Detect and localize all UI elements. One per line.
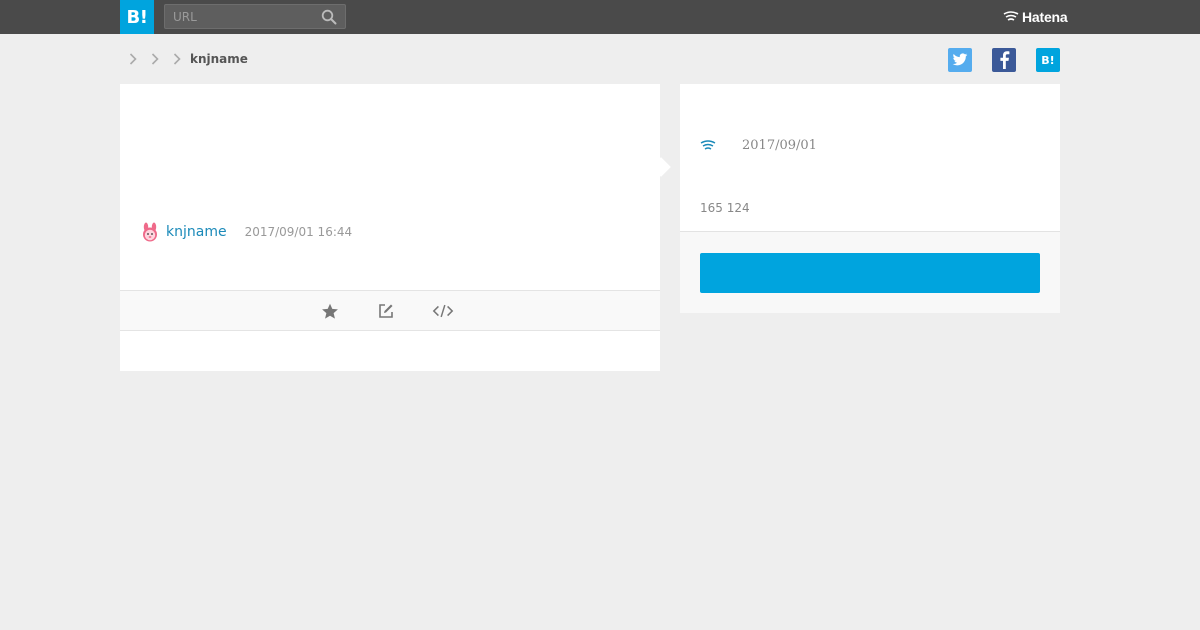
- edit-button[interactable]: [375, 301, 397, 321]
- entry-action-bar: [120, 290, 660, 331]
- facebook-icon: [1000, 51, 1010, 69]
- edit-icon: [379, 304, 393, 318]
- entry-user-row: knjname 2017/09/01 16:44: [140, 222, 352, 242]
- user-name-link[interactable]: knjname: [166, 224, 227, 240]
- logo-text: B!: [126, 6, 148, 28]
- hatena-bookmark-icon: B!: [1041, 53, 1055, 67]
- breadcrumb-current: knjname: [190, 52, 248, 66]
- hatena-icon: [700, 140, 716, 150]
- share-facebook-button[interactable]: [992, 48, 1016, 72]
- search-input[interactable]: [165, 5, 315, 28]
- top-bar: B! Hatena: [0, 0, 1200, 34]
- bookmark-counts: 165 124: [700, 201, 750, 215]
- star-button[interactable]: [319, 301, 341, 321]
- entry-date: 2017/09/01: [742, 138, 817, 153]
- brand-text: Hatena: [1022, 9, 1068, 25]
- search-icon[interactable]: [321, 9, 337, 25]
- search-box: [164, 4, 346, 29]
- embed-button[interactable]: [432, 301, 454, 321]
- share-hatena-button[interactable]: B!: [1036, 48, 1060, 72]
- share-twitter-button[interactable]: [948, 48, 972, 72]
- hatena-brand-icon: [1003, 11, 1019, 21]
- code-icon: [432, 304, 454, 318]
- twitter-icon: [952, 53, 968, 66]
- entry-action-button[interactable]: [700, 253, 1040, 293]
- hatena-brand[interactable]: Hatena: [1003, 8, 1068, 26]
- bookmark-timestamp: 2017/09/01 16:44: [244, 225, 353, 239]
- breadcrumb-chevron-icon[interactable]: [144, 50, 166, 68]
- hatena-bookmark-logo[interactable]: B!: [120, 0, 154, 34]
- user-avatar-icon[interactable]: [140, 222, 160, 242]
- star-icon: [322, 303, 338, 319]
- entry-card: knjname 2017/09/01 16:44: [120, 84, 660, 371]
- breadcrumb-chevron-icon[interactable]: [122, 50, 144, 68]
- breadcrumb: knjname: [122, 50, 248, 68]
- breadcrumb-chevron-icon: [166, 50, 188, 68]
- entry-info-top: 2017/09/01 165 124: [680, 84, 1060, 232]
- entry-info-card: 2017/09/01 165 124: [680, 84, 1060, 313]
